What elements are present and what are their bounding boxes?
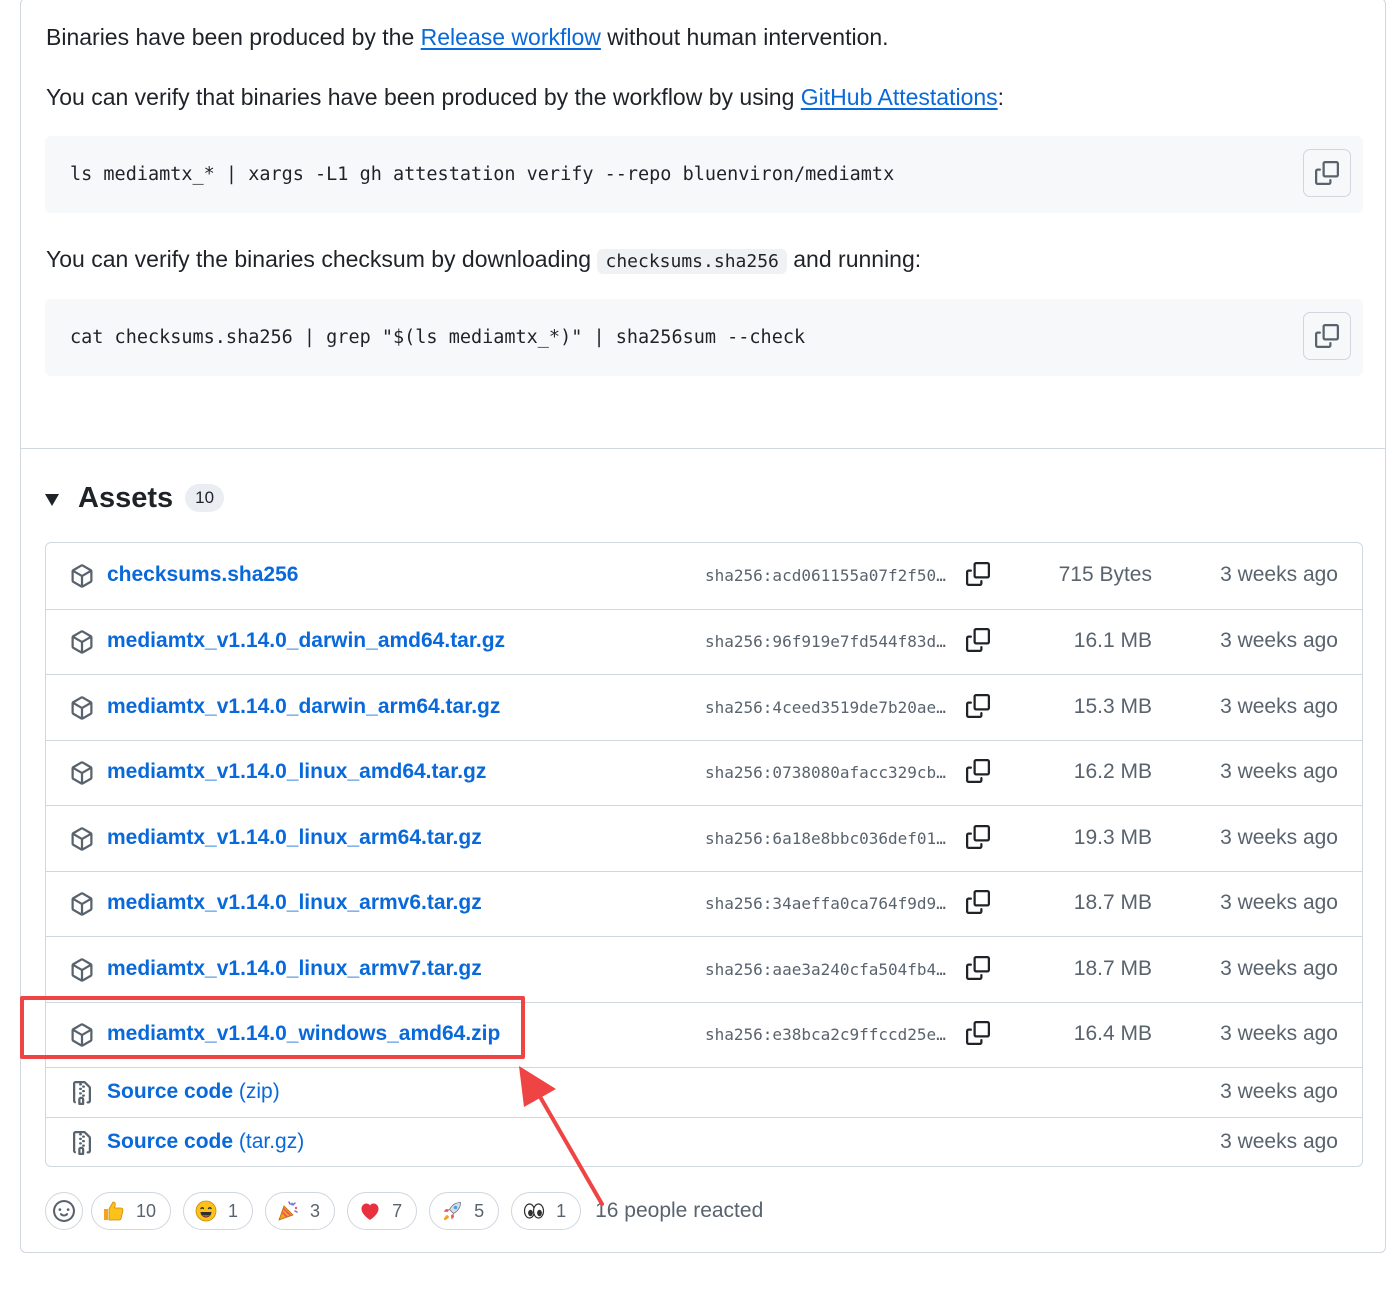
annotation-arrow [519,1066,604,1206]
